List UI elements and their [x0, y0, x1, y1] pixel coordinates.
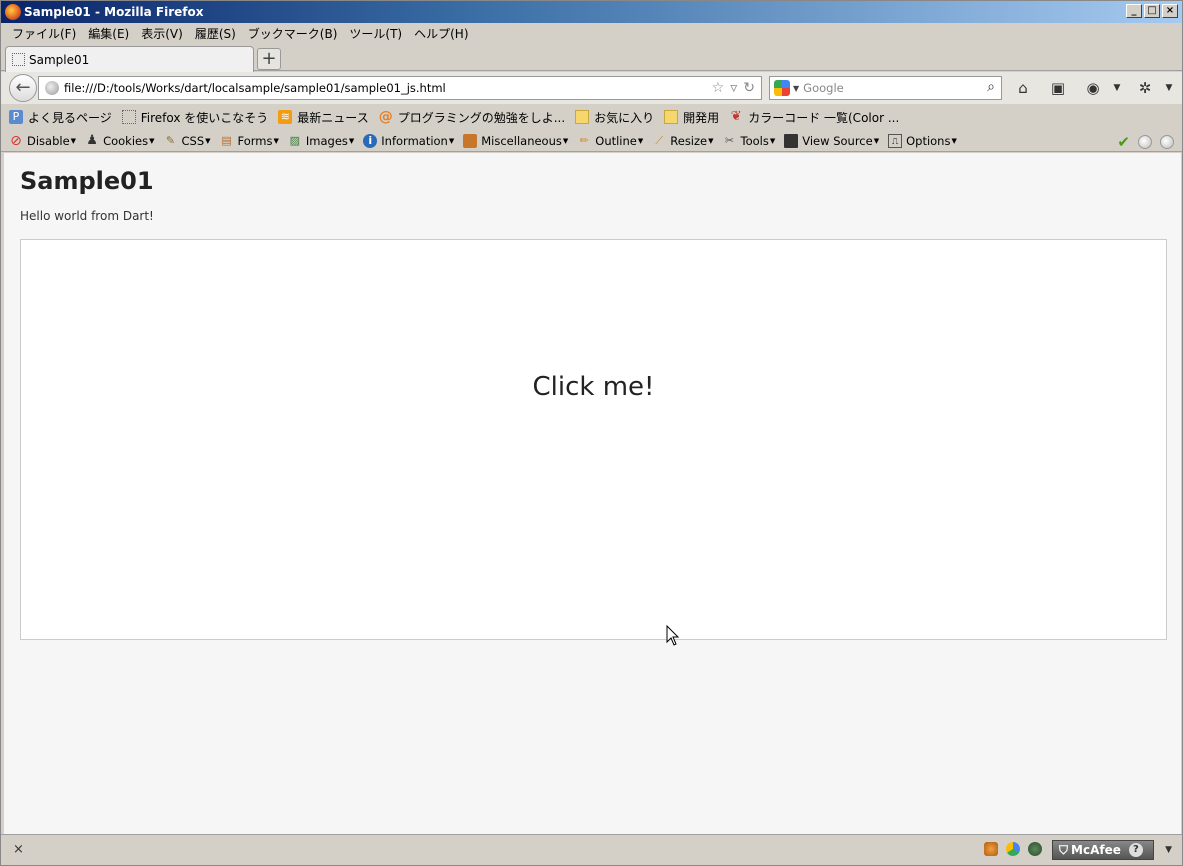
disable-icon: ⊘ [10, 132, 22, 149]
bookmark-most-visited[interactable]: P よく見るページ [9, 109, 112, 126]
tab-label: Sample01 [29, 52, 90, 67]
terminal-icon [784, 133, 799, 148]
menu-edit[interactable]: 編集(E) [83, 25, 134, 42]
menu-tools[interactable]: ツール(T) [344, 25, 407, 42]
addon-icon[interactable] [984, 842, 998, 856]
dev-disable-menu[interactable]: ⊘ Disable ▼ [9, 134, 76, 148]
wand-icon: ✎ [165, 133, 176, 147]
shield-icon: ⛉ [1059, 842, 1069, 857]
menu-bar: ファイル(F) 編集(E) 表示(V) 履歴(S) ブックマーク(B) ツール(… [1, 23, 1182, 43]
bookmarks-toolbar: P よく見るページ Firefox を使いこなそう ≋ 最新ニュース @ プログラミン… [1, 105, 1182, 129]
mcafee-button[interactable]: ⛉ McAfee ? [1052, 840, 1154, 860]
folder-icon [664, 110, 679, 124]
info-icon: i [363, 133, 378, 148]
ruler-icon: ⟋ [655, 133, 664, 147]
check-icon[interactable]: ✔ [1117, 133, 1130, 151]
bookmark-latest-news[interactable]: ≋ 最新ニュース [278, 109, 369, 126]
page-title: Sample01 [20, 167, 154, 195]
close-icon[interactable]: × [13, 842, 24, 857]
search-icon: P [9, 110, 23, 124]
tools-icon: ✂ [724, 133, 735, 147]
dev-images-menu[interactable]: ▨ Images ▼ [288, 133, 355, 148]
reload-icon[interactable]: ↻ [743, 80, 755, 96]
chevron-down-icon[interactable]: ▼ [793, 84, 799, 93]
book-icon [463, 133, 478, 148]
mouse-cursor-icon [666, 625, 680, 646]
bookmark-development[interactable]: 開発用 [664, 109, 719, 126]
clipboard-icon: ▤ [221, 133, 232, 147]
chevron-down-icon[interactable]: ▼ [1107, 78, 1127, 98]
dev-forms-menu[interactable]: ▤ Forms ▼ [220, 134, 279, 148]
dev-css-menu[interactable]: ✎ CSS ▼ [163, 133, 211, 148]
close-button[interactable]: × [1162, 4, 1178, 18]
search-placeholder: Google [803, 81, 844, 95]
sync-icon[interactable] [1006, 842, 1020, 856]
search-input[interactable]: ▼ Google ⌕ [769, 76, 1002, 100]
url-bar[interactable]: file:///D:/tools/Works/dart/localsample/… [38, 76, 762, 100]
page-icon [12, 53, 25, 66]
fullscreen-icon[interactable]: ▣ [1048, 78, 1068, 98]
dropdown-icon[interactable]: ▿ [730, 80, 737, 96]
dev-view-source-menu[interactable]: View Source ▼ [784, 133, 879, 148]
browser-window: Sample01 - Mozilla Firefox _ □ × ファイル(F)… [0, 0, 1183, 866]
maximize-button[interactable]: □ [1144, 4, 1160, 18]
at-icon: @ [378, 109, 393, 125]
hello-text: Hello world from Dart! [20, 209, 154, 223]
dev-cookies-menu[interactable]: ♟ Cookies ▼ [85, 132, 154, 148]
dev-options-menu[interactable]: ⎍ Options ▼ [888, 133, 957, 148]
back-button[interactable]: ← [9, 74, 37, 102]
help-icon[interactable]: ? [1128, 843, 1143, 857]
page-content: Sample01 Hello world from Dart! Click me… [4, 153, 1181, 834]
bookmark-favorites[interactable]: お気に入り [575, 109, 654, 126]
dev-miscellaneous-menu[interactable]: Miscellaneous ▼ [463, 133, 568, 148]
firebug-icon[interactable]: ✲ [1135, 78, 1155, 98]
dev-information-menu[interactable]: i Information ▼ [363, 133, 454, 148]
click-me-label: Click me! [532, 372, 655, 402]
menu-file[interactable]: ファイル(F) [7, 25, 81, 42]
dev-tools-menu[interactable]: ✂ Tools ▼ [723, 133, 775, 148]
page-icon [121, 110, 136, 124]
color-palette-icon: ❦ [730, 109, 742, 124]
globe-icon [45, 81, 59, 95]
bookmark-firefox-guide[interactable]: Firefox を使いこなそう [121, 109, 268, 126]
web-developer-toolbar: ⊘ Disable ▼ ♟ Cookies ▼ ✎ CSS ▼ ▤ Forms ▼ ▨ Image… [1, 130, 1182, 152]
options-icon: ⎍ [888, 133, 903, 148]
menu-view[interactable]: 表示(V) [136, 25, 188, 42]
dev-resize-menu[interactable]: ⟋ Resize ▼ [652, 134, 713, 148]
google-icon [774, 80, 790, 96]
pencil-icon: ✏ [579, 133, 589, 147]
chevron-down-icon[interactable]: ▼ [1159, 78, 1179, 98]
menu-bookmarks[interactable]: ブックマーク(B) [243, 25, 343, 42]
folder-icon [575, 110, 590, 124]
security-icon[interactable] [1028, 842, 1042, 856]
bookmark-color-code[interactable]: ❦ カラーコード 一覧(Color ... [729, 109, 900, 126]
menu-history[interactable]: 履歴(S) [190, 25, 241, 42]
bookmark-programming[interactable]: @ プログラミングの勉強をしよ... [379, 109, 565, 126]
navigation-bar: ← file:///D:/tools/Works/dart/localsampl… [1, 72, 1182, 104]
search-icon[interactable]: ⌕ [987, 79, 995, 95]
status-circle-icon[interactable] [1160, 135, 1174, 149]
tab-bar: Sample01 + [1, 43, 1182, 72]
star-icon[interactable]: ☆ [712, 80, 725, 96]
home-icon[interactable]: ⌂ [1013, 78, 1033, 98]
status-bar: × ⛉ McAfee ? ▼ [1, 834, 1182, 865]
chevron-down-icon[interactable]: ▼ [1165, 845, 1172, 855]
url-text: file:///D:/tools/Works/dart/localsample/… [64, 81, 446, 95]
title-bar: Sample01 - Mozilla Firefox _ □ × [1, 1, 1182, 23]
minimize-button[interactable]: _ [1126, 4, 1142, 18]
window-title: Sample01 - Mozilla Firefox [24, 5, 204, 19]
image-icon: ▨ [289, 133, 301, 147]
cookies-icon: ♟ [86, 132, 98, 148]
tab-sample01[interactable]: Sample01 [5, 46, 254, 72]
menu-help[interactable]: ヘルプ(H) [409, 25, 473, 42]
new-tab-button[interactable]: + [257, 48, 281, 70]
click-me-area[interactable]: Click me! [20, 239, 1167, 640]
dev-outline-menu[interactable]: ✏ Outline ▼ [577, 133, 644, 148]
screenshot-icon[interactable]: ◉ [1083, 78, 1103, 98]
rss-icon: ≋ [278, 110, 293, 124]
status-circle-icon[interactable] [1138, 135, 1152, 149]
firefox-logo-icon [5, 4, 21, 20]
